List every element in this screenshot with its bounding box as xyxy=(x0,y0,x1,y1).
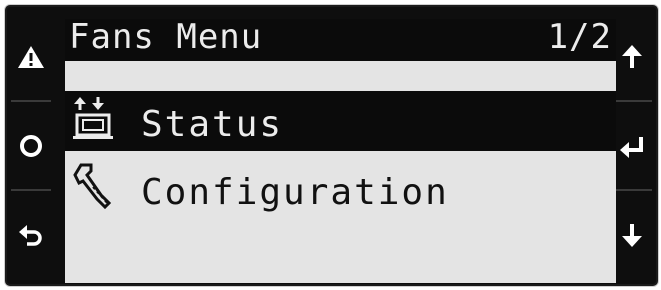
right-keypad xyxy=(612,13,652,278)
enter-button[interactable] xyxy=(612,102,652,191)
screen-title: Fans Menu xyxy=(69,19,263,57)
lcd-screen: Fans Menu 1/2 Status Configuration xyxy=(65,19,616,283)
wrench-icon xyxy=(73,163,112,210)
menu-item-configuration[interactable]: Configuration xyxy=(65,159,616,219)
left-keypad xyxy=(11,13,51,278)
program-icon xyxy=(20,134,42,157)
menu-item-label: Configuration xyxy=(141,172,449,213)
up-button[interactable] xyxy=(612,13,652,102)
enter-icon xyxy=(620,136,643,158)
escape-button[interactable] xyxy=(11,191,51,278)
down-button[interactable] xyxy=(612,191,652,278)
menu-item-label: Status xyxy=(141,104,284,145)
escape-icon xyxy=(19,224,42,246)
arrow-up-icon xyxy=(622,44,642,68)
status-icon xyxy=(73,97,113,139)
alarm-button[interactable] xyxy=(11,13,51,102)
program-button[interactable] xyxy=(11,102,51,191)
controller-bezel: Fans Menu 1/2 Status Configuration xyxy=(4,4,659,287)
arrow-down-icon xyxy=(622,223,642,247)
alarm-icon xyxy=(18,45,44,68)
menu-item-status[interactable]: Status xyxy=(65,91,616,151)
page-indicator: 1/2 xyxy=(547,19,612,57)
title-bar: Fans Menu 1/2 xyxy=(65,19,616,61)
